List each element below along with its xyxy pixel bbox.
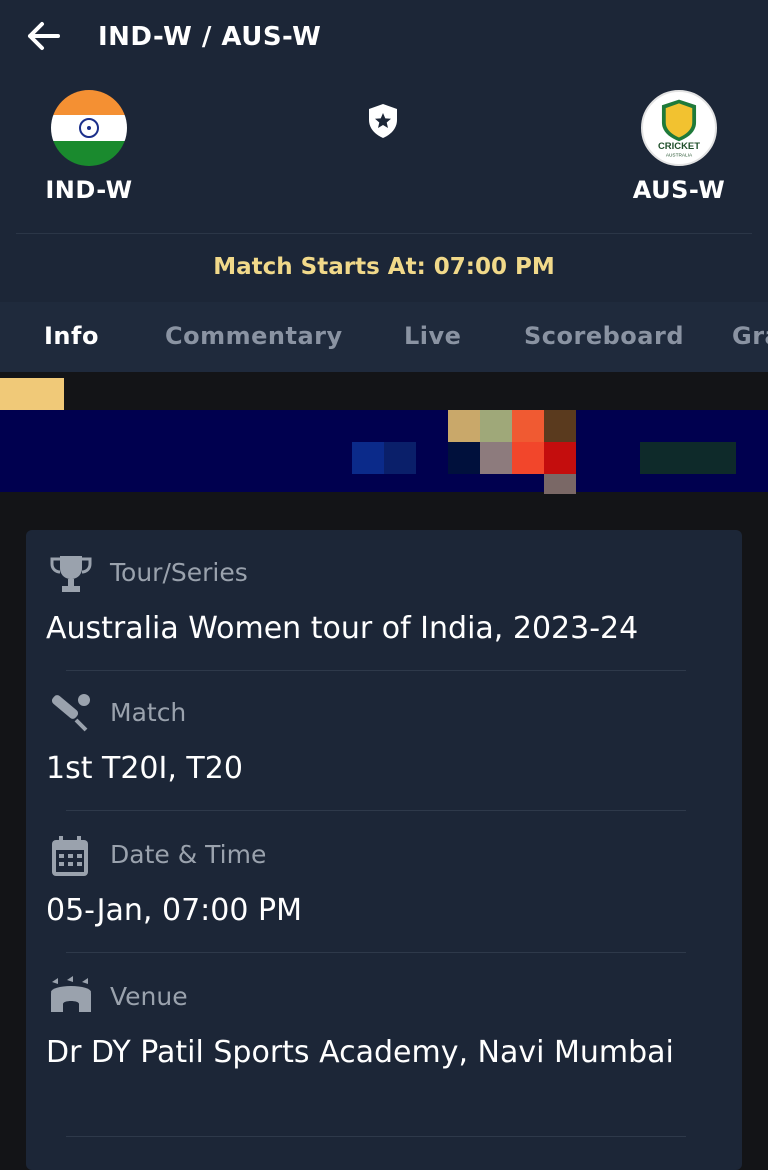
header-divider xyxy=(16,233,752,234)
tab-info[interactable]: Info xyxy=(44,322,99,350)
row-divider xyxy=(66,952,686,953)
trophy-icon xyxy=(48,552,94,596)
row-divider xyxy=(66,670,686,671)
tab-live[interactable]: Live xyxy=(404,322,461,350)
away-team[interactable]: CRICKET AUSTRALIA AUS-W xyxy=(624,90,734,204)
away-team-name: AUS-W xyxy=(632,176,726,204)
home-team[interactable]: IND-W xyxy=(34,90,144,204)
venue-label: Venue xyxy=(110,982,188,1011)
match-start-time: Match Starts At: 07:00 PM xyxy=(213,254,555,280)
match-value: 1st T20I, T20 xyxy=(46,751,243,786)
tab-graph[interactable]: Gra xyxy=(732,322,768,350)
calendar-icon xyxy=(48,834,94,878)
datetime-value: 05-Jan, 07:00 PM xyxy=(46,893,302,928)
row-divider xyxy=(66,1136,686,1137)
tab-scoreboard[interactable]: Scoreboard xyxy=(524,322,684,350)
tab-commentary[interactable]: Commentary xyxy=(165,322,343,350)
match-header: IND-W CRICKET AUSTRALIA AUS-W Match Star… xyxy=(0,76,768,302)
venue-value: Dr DY Patil Sports Academy, Navi Mumbai xyxy=(46,1035,674,1070)
ad-banner[interactable] xyxy=(0,372,768,508)
match-info-card: Tour/Series Australia Women tour of Indi… xyxy=(26,530,742,1170)
home-team-name: IND-W xyxy=(45,176,133,204)
star-shield-icon[interactable] xyxy=(366,102,400,140)
tour-label: Tour/Series xyxy=(110,558,248,587)
cricket-bat-icon xyxy=(48,692,94,736)
svg-text:CRICKET: CRICKET xyxy=(658,141,700,152)
svg-text:AUSTRALIA: AUSTRALIA xyxy=(666,152,693,158)
datetime-label: Date & Time xyxy=(110,840,267,869)
back-arrow-icon[interactable] xyxy=(22,18,64,54)
tab-bar: Info Commentary Live Scoreboard Gra xyxy=(0,302,768,372)
stadium-icon xyxy=(48,976,94,1020)
app-bar: IND-W / AUS-W xyxy=(0,0,768,76)
india-flag-icon xyxy=(51,90,127,166)
match-label: Match xyxy=(110,698,187,727)
cricket-australia-logo-icon: CRICKET AUSTRALIA xyxy=(641,90,717,166)
tour-value: Australia Women tour of India, 2023-24 xyxy=(46,611,639,646)
row-divider xyxy=(66,810,686,811)
page-title: IND-W / AUS-W xyxy=(98,22,322,52)
